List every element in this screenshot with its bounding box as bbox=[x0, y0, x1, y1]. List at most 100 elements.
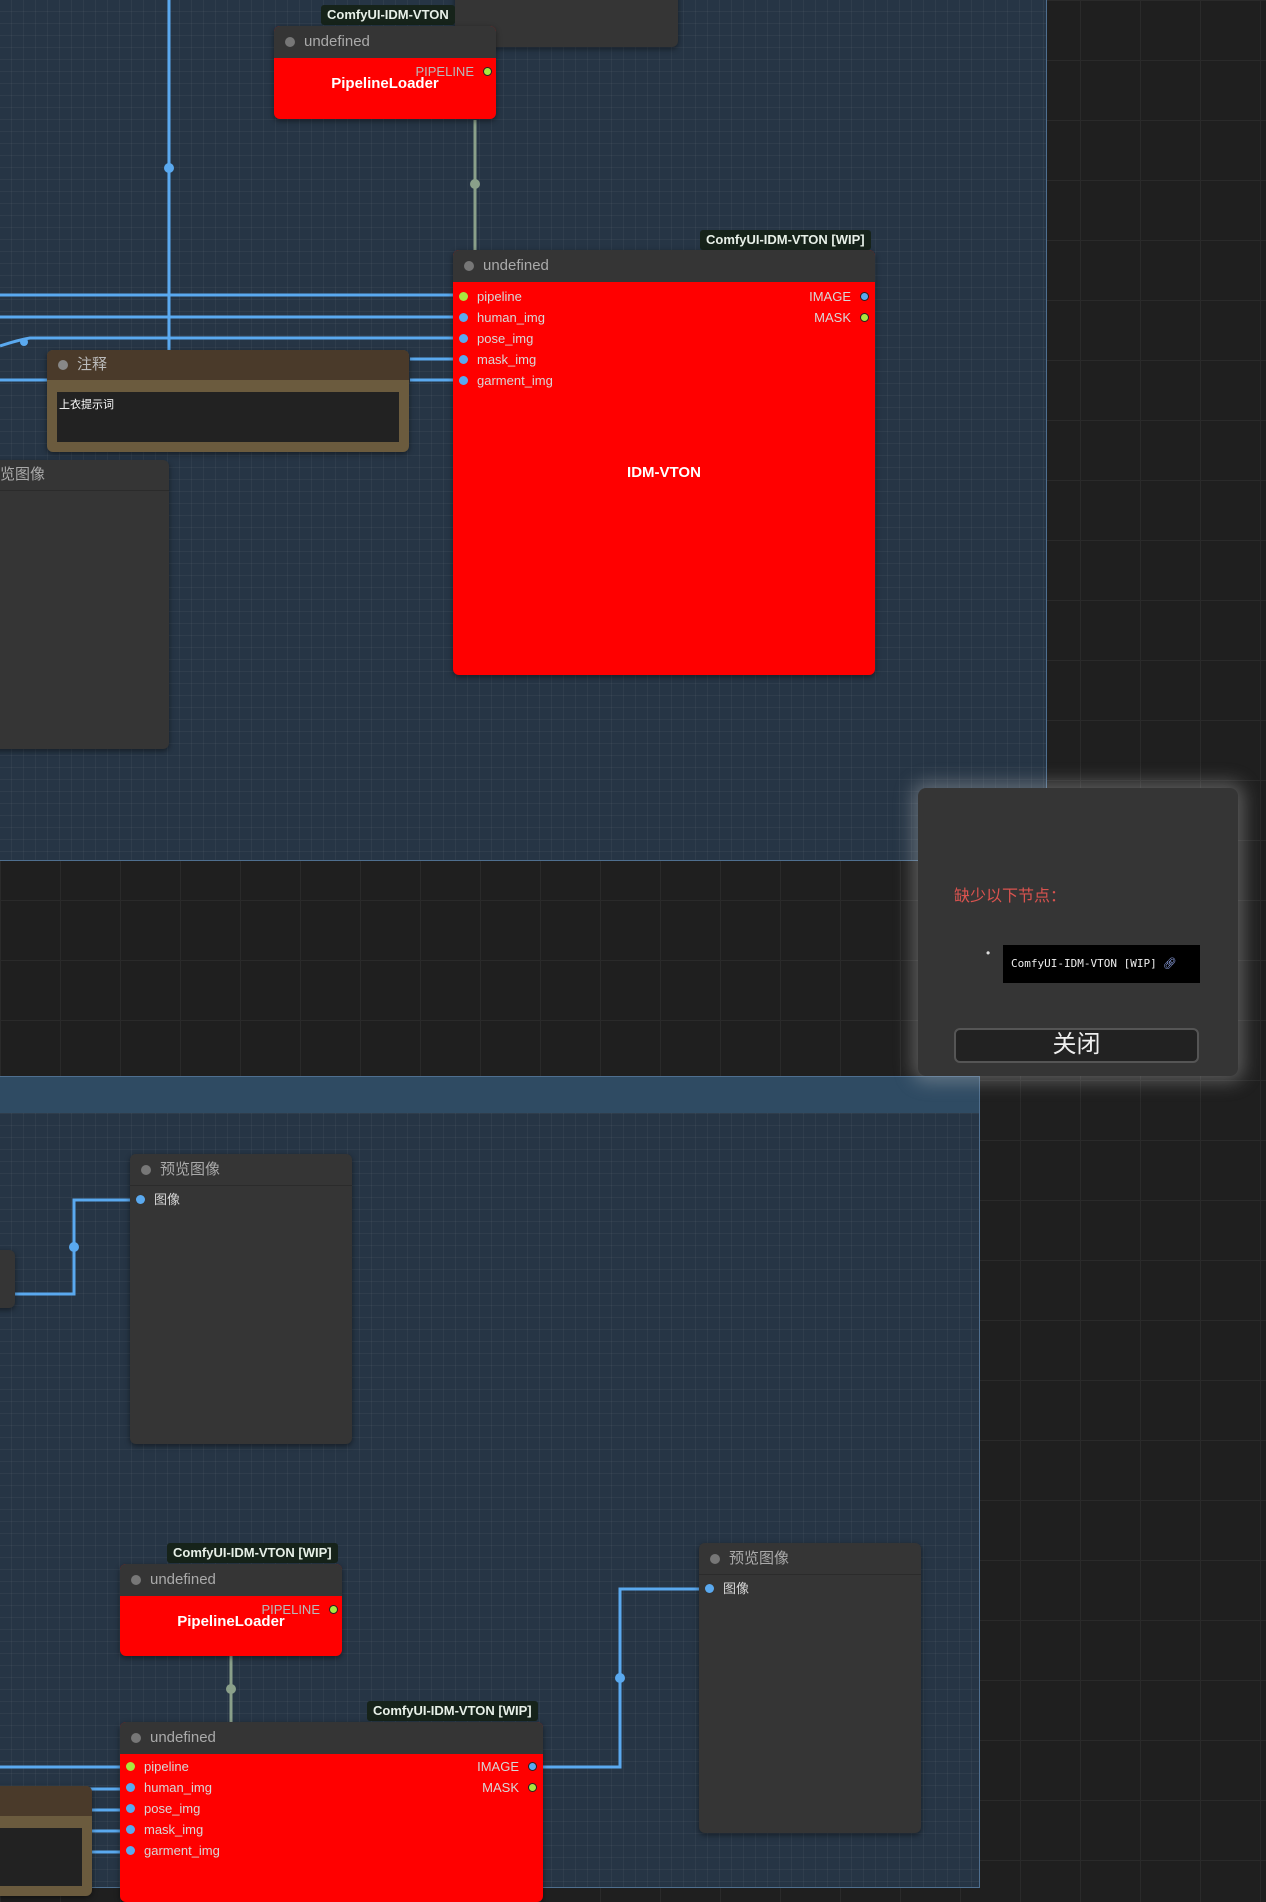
input-slot-pipeline[interactable]: pipeline bbox=[457, 289, 522, 305]
output-slot-image[interactable]: IMAGE bbox=[809, 289, 871, 305]
node-header[interactable]: undefined bbox=[120, 1564, 342, 1596]
collapse-dot-icon[interactable] bbox=[285, 37, 295, 47]
reroute-dot bbox=[69, 1242, 79, 1252]
slot-dot-icon[interactable] bbox=[459, 292, 468, 301]
node-title: PipelineLoader bbox=[177, 1613, 285, 1630]
preview-image-node-1[interactable]: 预览图像 图像 bbox=[130, 1154, 352, 1444]
slot-label: human_img bbox=[477, 310, 545, 325]
input-slot-mask-img[interactable]: mask_img bbox=[124, 1822, 203, 1838]
missing-nodes-dialog: 缺少以下节点： • ComfyUI-IDM-VTON [WIP] 🔗︎ 关闭 bbox=[918, 788, 1238, 1076]
slot-label: MASK bbox=[482, 1780, 519, 1795]
input-slot-garment-img[interactable]: garment_img bbox=[124, 1843, 220, 1859]
slot-dot-icon[interactable] bbox=[459, 334, 468, 343]
node-source-badge: ComfyUI-IDM-VTON [WIP] bbox=[700, 230, 871, 250]
node-title: IDM-VTON bbox=[627, 464, 701, 481]
note-header-label: 注释 bbox=[77, 356, 108, 373]
slot-label: mask_img bbox=[477, 352, 537, 367]
slot-dot-icon[interactable] bbox=[860, 292, 869, 301]
node-title: PipelineLoader bbox=[331, 75, 439, 92]
dialog-message: 缺少以下节点： bbox=[954, 886, 1067, 905]
slot-label: IMAGE bbox=[809, 289, 851, 304]
slot-label: IMAGE bbox=[477, 1759, 519, 1774]
slot-dot-icon[interactable] bbox=[126, 1825, 135, 1834]
pipeline-loader-node-top[interactable]: undefined PIPELINE PipelineLoader bbox=[274, 26, 496, 119]
slot-dot-icon[interactable] bbox=[126, 1804, 135, 1813]
slot-dot-icon[interactable] bbox=[126, 1783, 135, 1792]
input-slot-human-img[interactable]: human_img bbox=[124, 1780, 212, 1796]
slot-label: pipeline bbox=[477, 289, 522, 304]
missing-node-name: ComfyUI-IDM-VTON [WIP] bbox=[1011, 957, 1157, 970]
note-header[interactable] bbox=[0, 1786, 92, 1816]
node-header-label: undefined bbox=[150, 1571, 216, 1588]
missing-node-item[interactable]: ComfyUI-IDM-VTON [WIP] 🔗︎ bbox=[1003, 945, 1200, 983]
slot-dot-icon[interactable] bbox=[126, 1846, 135, 1855]
slot-dot-icon[interactable] bbox=[860, 313, 869, 322]
preview-image-node-partial[interactable]: 览图像 bbox=[0, 460, 169, 749]
input-slot-image[interactable]: 图像 bbox=[703, 1581, 749, 1597]
node-header-label: 预览图像 bbox=[160, 1161, 221, 1178]
collapse-dot-icon[interactable] bbox=[464, 261, 474, 271]
slot-label: mask_img bbox=[144, 1822, 204, 1837]
input-slot-image[interactable]: 图像 bbox=[134, 1192, 180, 1208]
node-header-label: undefined bbox=[150, 1729, 216, 1746]
partial-node-left[interactable] bbox=[0, 1250, 15, 1308]
idm-vton-node-bottom[interactable]: undefined pipeline human_img pose_img ma… bbox=[120, 1722, 543, 1902]
reroute-dot bbox=[615, 1673, 625, 1683]
collapse-dot-icon[interactable] bbox=[131, 1575, 141, 1585]
output-slot-mask[interactable]: MASK bbox=[814, 310, 871, 326]
preview-image-node-2[interactable]: 预览图像 图像 bbox=[699, 1543, 921, 1833]
slot-label: pipeline bbox=[144, 1759, 189, 1774]
node-header[interactable]: undefined bbox=[274, 26, 496, 58]
slot-label: human_img bbox=[144, 1780, 212, 1795]
input-slot-pose-img[interactable]: pose_img bbox=[124, 1801, 200, 1817]
input-slot-garment-img[interactable]: garment_img bbox=[457, 373, 553, 389]
slot-label: pose_img bbox=[477, 331, 534, 346]
slot-dot-icon[interactable] bbox=[459, 355, 468, 364]
node-header[interactable]: 预览图像 bbox=[130, 1154, 352, 1186]
input-slot-mask-img[interactable]: mask_img bbox=[457, 352, 536, 368]
slot-dot-icon[interactable] bbox=[528, 1762, 537, 1771]
input-slot-human-img[interactable]: human_img bbox=[457, 310, 545, 326]
close-button[interactable]: 关闭 bbox=[954, 1028, 1199, 1063]
reroute-dot bbox=[164, 163, 174, 173]
slot-dot-icon[interactable] bbox=[126, 1762, 135, 1771]
node-source-badge: ComfyUI-IDM-VTON [WIP] bbox=[167, 1543, 338, 1563]
note-node[interactable]: 注释 上衣提示词 bbox=[47, 350, 409, 452]
node-header-label: undefined bbox=[304, 33, 370, 50]
slot-label: garment_img bbox=[144, 1843, 220, 1858]
slot-dot-icon[interactable] bbox=[528, 1783, 537, 1792]
note-textarea[interactable]: 上衣提示词 bbox=[57, 392, 399, 442]
note-textarea[interactable] bbox=[0, 1828, 82, 1886]
note-node-partial[interactable] bbox=[0, 1786, 92, 1896]
note-header[interactable]: 注释 bbox=[47, 350, 409, 380]
node-header-label: 览图像 bbox=[0, 466, 46, 483]
slot-label: 图像 bbox=[723, 1581, 750, 1596]
slot-dot-icon[interactable] bbox=[459, 313, 468, 322]
slot-dot-icon[interactable] bbox=[705, 1584, 714, 1593]
bullet-icon: • bbox=[986, 946, 991, 960]
output-slot-mask[interactable]: MASK bbox=[482, 1780, 539, 1796]
node-header[interactable]: 预览图像 bbox=[699, 1543, 921, 1575]
pipeline-loader-node-bottom[interactable]: undefined PIPELINE PipelineLoader bbox=[120, 1564, 342, 1656]
collapse-dot-icon[interactable] bbox=[710, 1554, 720, 1564]
node-header[interactable]: undefined bbox=[453, 250, 875, 282]
idm-vton-node-top[interactable]: undefined pipeline human_img pose_img ma… bbox=[453, 250, 875, 675]
reroute-dot bbox=[20, 338, 28, 346]
node-source-badge: ComfyUI-IDM-VTON bbox=[321, 5, 455, 25]
node-header-label: 预览图像 bbox=[729, 1550, 790, 1567]
output-slot-image[interactable]: IMAGE bbox=[477, 1759, 539, 1775]
input-slot-pipeline[interactable]: pipeline bbox=[124, 1759, 189, 1775]
slot-label: MASK bbox=[814, 310, 851, 325]
collapse-dot-icon[interactable] bbox=[141, 1165, 151, 1175]
reroute-dot bbox=[226, 1684, 236, 1694]
node-source-badge: ComfyUI-IDM-VTON [WIP] bbox=[367, 1701, 538, 1721]
input-slot-pose-img[interactable]: pose_img bbox=[457, 331, 533, 347]
header-divider bbox=[0, 490, 169, 491]
collapse-dot-icon[interactable] bbox=[131, 1733, 141, 1743]
node-header[interactable]: undefined bbox=[120, 1722, 543, 1754]
slot-label: garment_img bbox=[477, 373, 553, 388]
slot-dot-icon[interactable] bbox=[136, 1195, 145, 1204]
link-icon[interactable]: 🔗︎ bbox=[1163, 957, 1177, 970]
collapse-dot-icon[interactable] bbox=[58, 360, 68, 370]
slot-dot-icon[interactable] bbox=[459, 376, 468, 385]
